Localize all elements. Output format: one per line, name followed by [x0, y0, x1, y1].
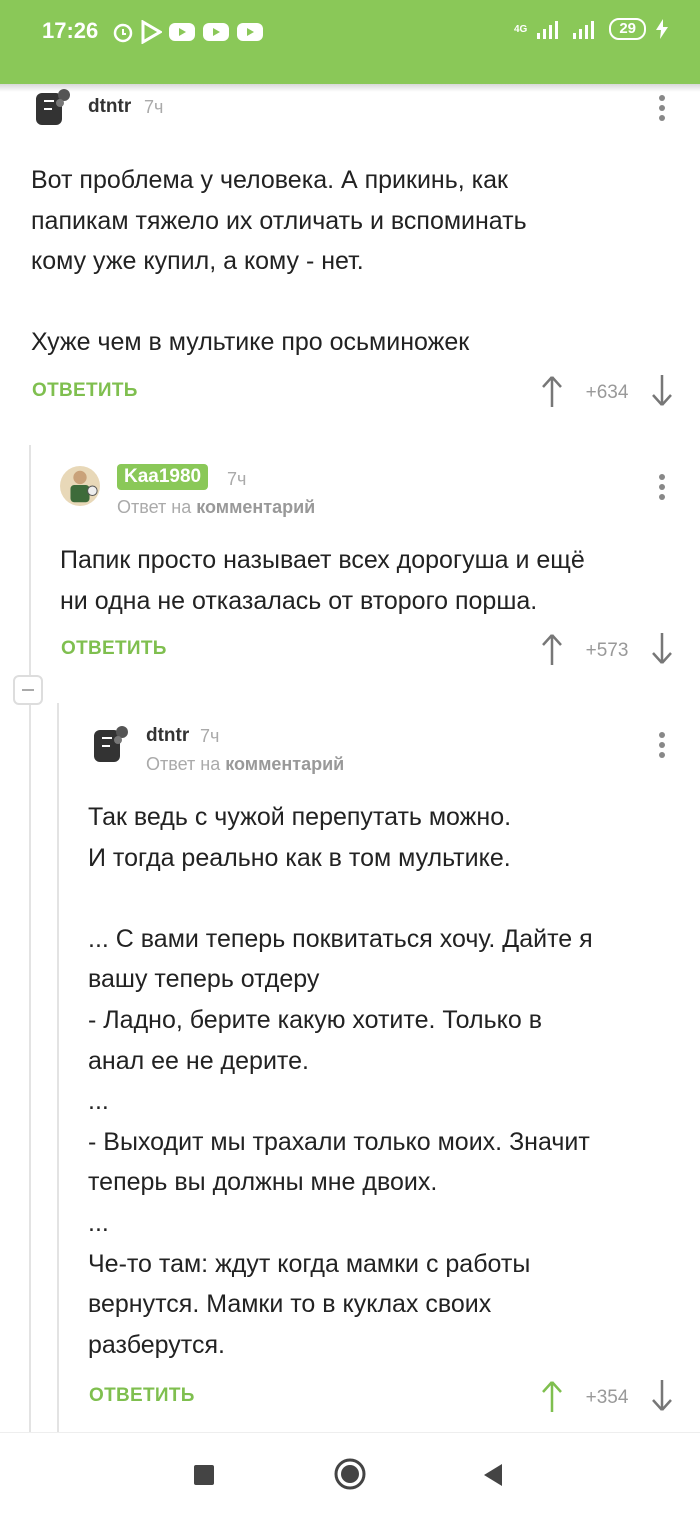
avatar[interactable] — [60, 464, 100, 508]
reply-to-link[interactable]: Ответ на комментарий — [117, 497, 315, 518]
clock: 17:26 — [42, 18, 99, 43]
upvote-icon[interactable] — [540, 632, 564, 666]
username[interactable]: dtntr — [88, 96, 131, 118]
play-store-icon — [141, 20, 162, 44]
username[interactable]: Kaa1980 — [117, 464, 209, 490]
youtube-icon — [169, 23, 195, 41]
rating: +634 — [585, 382, 629, 403]
avatar[interactable] — [90, 722, 130, 766]
header-shadow — [0, 84, 700, 92]
downvote-icon[interactable] — [650, 374, 674, 408]
reply-button[interactable]: ОТВЕТИТЬ — [32, 380, 138, 402]
reply-button[interactable]: ОТВЕТИТЬ — [89, 1385, 195, 1407]
rating: +573 — [585, 640, 629, 661]
recent-apps-icon[interactable] — [193, 1464, 215, 1486]
thread-line[interactable] — [57, 703, 59, 1432]
more-options-icon[interactable] — [659, 95, 665, 125]
battery-indicator: 29 — [609, 18, 646, 40]
comment-text: Так ведь с чужой перепутать можно. И тог… — [88, 803, 593, 1359]
system-indicators: 4G 29 — [514, 18, 668, 40]
comment-time: 7ч — [227, 469, 247, 489]
more-options-icon[interactable] — [659, 732, 665, 762]
home-icon[interactable] — [333, 1457, 367, 1491]
comment-time: 7ч — [200, 726, 220, 746]
network-type-label: 4G — [513, 23, 528, 35]
rating: +354 — [585, 1387, 629, 1408]
downvote-icon[interactable] — [650, 632, 674, 666]
reply-to-link[interactable]: Ответ на комментарий — [146, 754, 344, 775]
upvote-icon[interactable] — [540, 1379, 564, 1413]
youtube-icon — [203, 23, 229, 41]
comment-text: Вот проблема у человека. А прикинь, как … — [31, 166, 527, 357]
username[interactable]: dtntr — [146, 725, 189, 747]
thread-line[interactable] — [29, 445, 31, 1432]
signal-icon — [537, 21, 559, 39]
upvote-icon[interactable] — [540, 374, 564, 408]
status-bar: 17:26 4G 29 — [0, 0, 700, 84]
reply-to-prefix: Ответ на — [117, 497, 192, 517]
back-icon[interactable] — [482, 1463, 504, 1487]
charging-icon — [656, 19, 668, 39]
avatar[interactable] — [32, 85, 72, 129]
more-options-icon[interactable] — [659, 474, 665, 504]
alarm-icon — [113, 23, 133, 43]
comment-text: Папик просто называет всех дорогуша и ещ… — [60, 546, 585, 615]
notification-icons — [112, 20, 264, 44]
signal-icon — [573, 21, 595, 39]
system-navigation-bar — [0, 1432, 700, 1518]
reply-to-target[interactable]: комментарий — [225, 754, 344, 774]
downvote-icon[interactable] — [650, 1379, 674, 1413]
comment-time: 7ч — [144, 97, 164, 117]
reply-button[interactable]: ОТВЕТИТЬ — [61, 638, 167, 660]
youtube-icon — [237, 23, 263, 41]
reply-to-target[interactable]: комментарий — [196, 497, 315, 517]
collapse-thread-button[interactable] — [13, 675, 43, 705]
reply-to-prefix: Ответ на — [146, 754, 221, 774]
